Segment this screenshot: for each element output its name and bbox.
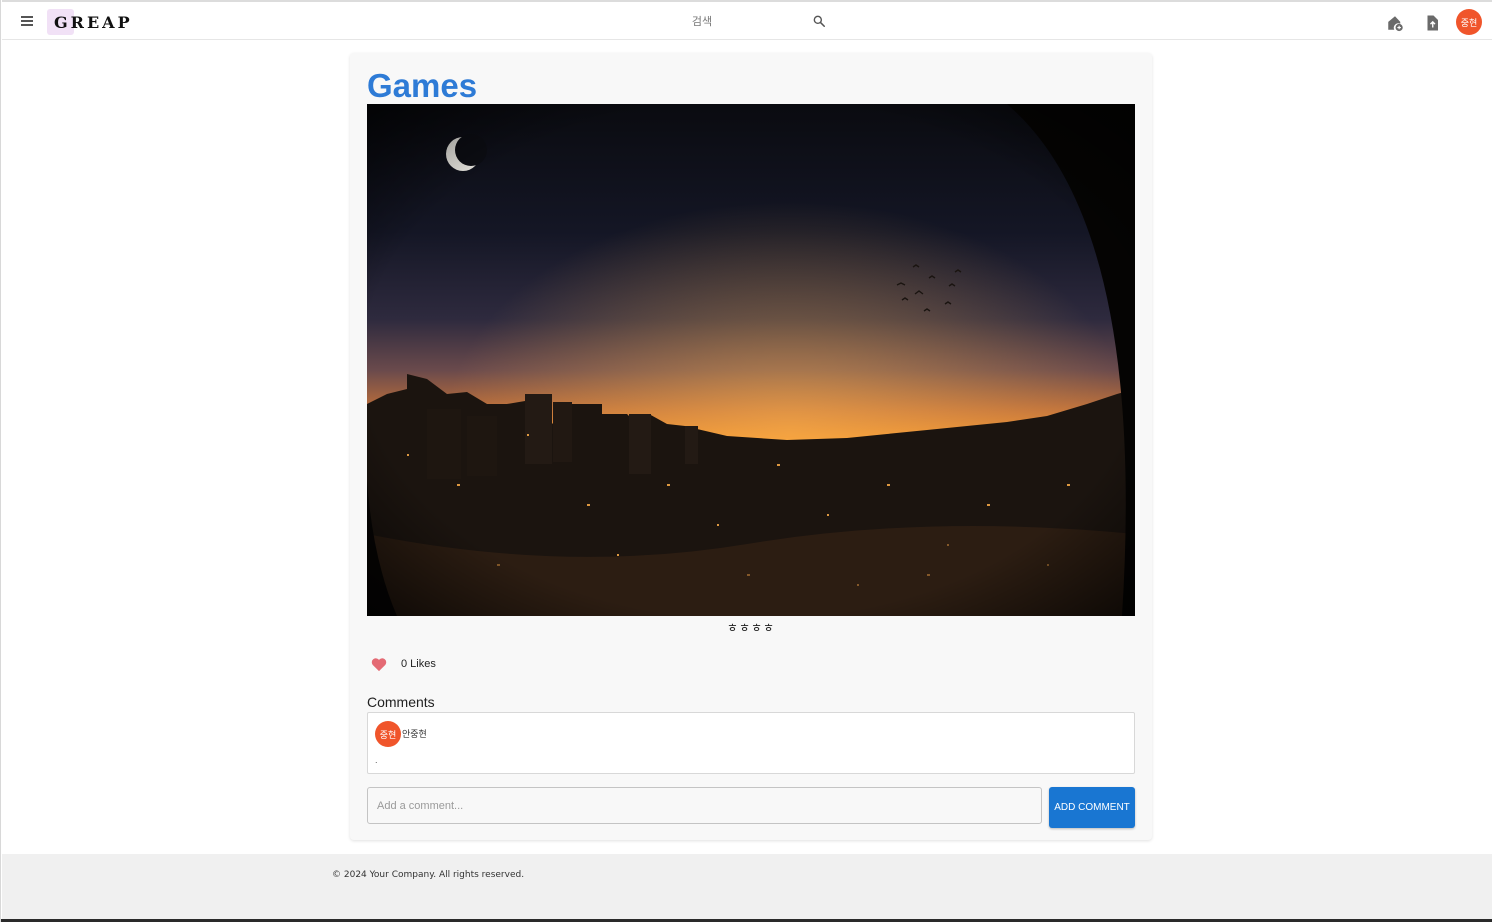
comment-avatar: 중현 xyxy=(375,721,401,747)
post-image xyxy=(367,104,1135,616)
sunset-cityscape-image xyxy=(367,104,1135,616)
footer: © 2024 Your Company. All rights reserved… xyxy=(2,854,1492,920)
post-card: Games ㅎㅎㅎㅎ 0 Likes Comments 중현 안중현 . Add… xyxy=(350,53,1152,840)
comment-text: . xyxy=(375,755,378,765)
upload-file-icon[interactable] xyxy=(1423,14,1441,32)
user-avatar[interactable]: 중현 xyxy=(1456,9,1482,35)
comments-list: 중현 안중현 . xyxy=(367,712,1135,774)
comment-input[interactable] xyxy=(367,787,1042,824)
likes-count: 0 Likes xyxy=(401,658,436,670)
search-bar xyxy=(602,8,832,34)
search-icon[interactable] xyxy=(812,14,826,28)
app-frame: GREAP 중현 Games xyxy=(0,0,1492,922)
like-row: 0 Likes xyxy=(371,656,436,672)
top-app-bar: GREAP 중현 xyxy=(2,0,1492,40)
post-title: Games xyxy=(367,67,478,104)
copyright-text: © 2024 Your Company. All rights reserved… xyxy=(332,870,525,880)
comment-author: 안중현 xyxy=(402,730,427,740)
post-caption: ㅎㅎㅎㅎ xyxy=(726,621,776,635)
search-input[interactable] xyxy=(602,10,802,32)
comments-heading: Comments xyxy=(367,694,435,710)
logo[interactable]: GREAP xyxy=(47,9,133,35)
home-add-icon[interactable] xyxy=(1386,14,1404,32)
menu-icon[interactable] xyxy=(19,11,37,29)
logo-text: GREAP xyxy=(54,12,133,32)
add-comment-button[interactable]: ADD COMMENT xyxy=(1049,787,1135,828)
heart-icon[interactable] xyxy=(371,657,387,672)
